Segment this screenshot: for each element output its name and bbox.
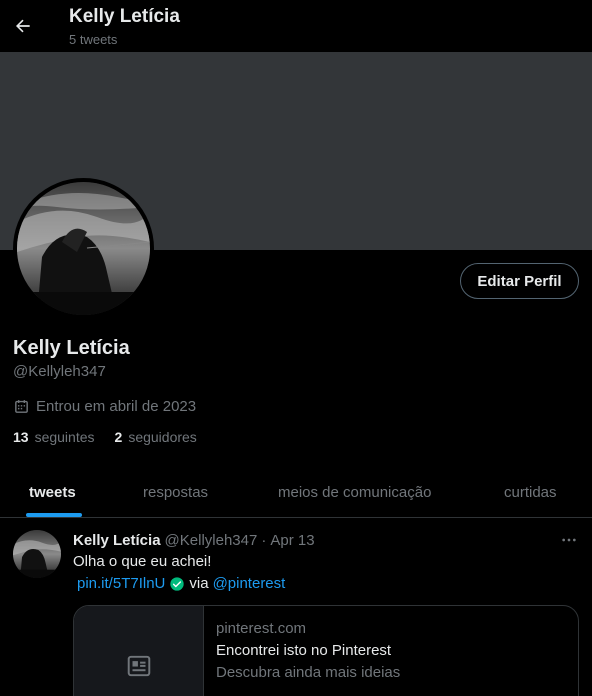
card-title: Encontrei isto no Pinterest	[216, 642, 392, 659]
following-label: seguintes	[34, 429, 95, 445]
more-dots-icon	[562, 538, 576, 542]
tab-media[interactable]: meios de comunicação	[278, 466, 431, 518]
joined-text: Entrou em abril de 2023	[36, 398, 197, 415]
follow-stats: 13 seguintes 2 seguidores	[13, 429, 197, 445]
avatar-image	[17, 182, 150, 315]
tweet-more-button[interactable]	[558, 530, 580, 550]
followers-label: seguidores	[128, 429, 197, 445]
back-button[interactable]	[8, 8, 38, 44]
tweet-separator: ·	[261, 532, 267, 549]
tweet-text: Olha o que eu achei!	[73, 553, 212, 570]
following-link[interactable]: 13 seguintes	[13, 429, 95, 445]
header-tweet-count: 5 tweets	[69, 32, 118, 47]
card-thumbnail	[74, 606, 204, 696]
tweet[interactable]: Kelly Letícia @Kellyleh347 · Apr 13 Olha…	[0, 518, 592, 696]
card-description: Descubra ainda mais ideias	[216, 664, 401, 681]
calendar-icon	[15, 400, 28, 413]
article-icon	[127, 655, 150, 677]
tweet-link-line: pin.it/5T7IlnU via @pinterest	[77, 575, 285, 592]
tweet-header: Kelly Letícia @Kellyleh347 · Apr 13	[73, 532, 315, 549]
via-text: via	[189, 575, 209, 592]
joined-date: Entrou em abril de 2023	[13, 398, 196, 415]
profile-tabs: tweets respostas meios de comunicação cu…	[0, 466, 592, 518]
followers-link[interactable]: 2 seguidores	[115, 429, 197, 445]
tab-replies[interactable]: respostas	[143, 466, 208, 518]
verified-check-icon	[170, 576, 185, 591]
tweet-author-handle[interactable]: @Kellyleh347	[165, 532, 258, 549]
active-tab-indicator	[26, 513, 82, 517]
tab-likes[interactable]: curtidas	[504, 466, 557, 518]
tweet-date[interactable]: Apr 13	[270, 532, 314, 549]
profile-handle: @Kellyleh347	[13, 363, 106, 380]
pinterest-mention[interactable]: @pinterest	[213, 575, 286, 592]
tweet-link[interactable]: pin.it/5T7IlnU	[77, 575, 165, 592]
tweet-author-name[interactable]: Kelly Letícia	[73, 532, 161, 549]
following-count: 13	[13, 429, 29, 445]
back-arrow-icon	[16, 19, 30, 33]
edit-profile-button[interactable]: Editar Perfil	[460, 263, 579, 299]
tab-tweets[interactable]: tweets	[29, 466, 76, 518]
followers-count: 2	[114, 429, 123, 445]
link-preview-card[interactable]: pinterest.com Encontrei isto no Pinteres…	[73, 605, 579, 696]
header-title: Kelly Letícia	[69, 6, 180, 27]
profile-avatar[interactable]	[13, 178, 154, 319]
profile-name: Kelly Letícia	[13, 337, 130, 359]
card-domain: pinterest.com	[216, 620, 307, 637]
tweet-avatar[interactable]	[13, 530, 61, 578]
top-bar: Kelly Letícia 5 tweets	[0, 0, 592, 52]
tweet-avatar-image	[13, 530, 61, 578]
